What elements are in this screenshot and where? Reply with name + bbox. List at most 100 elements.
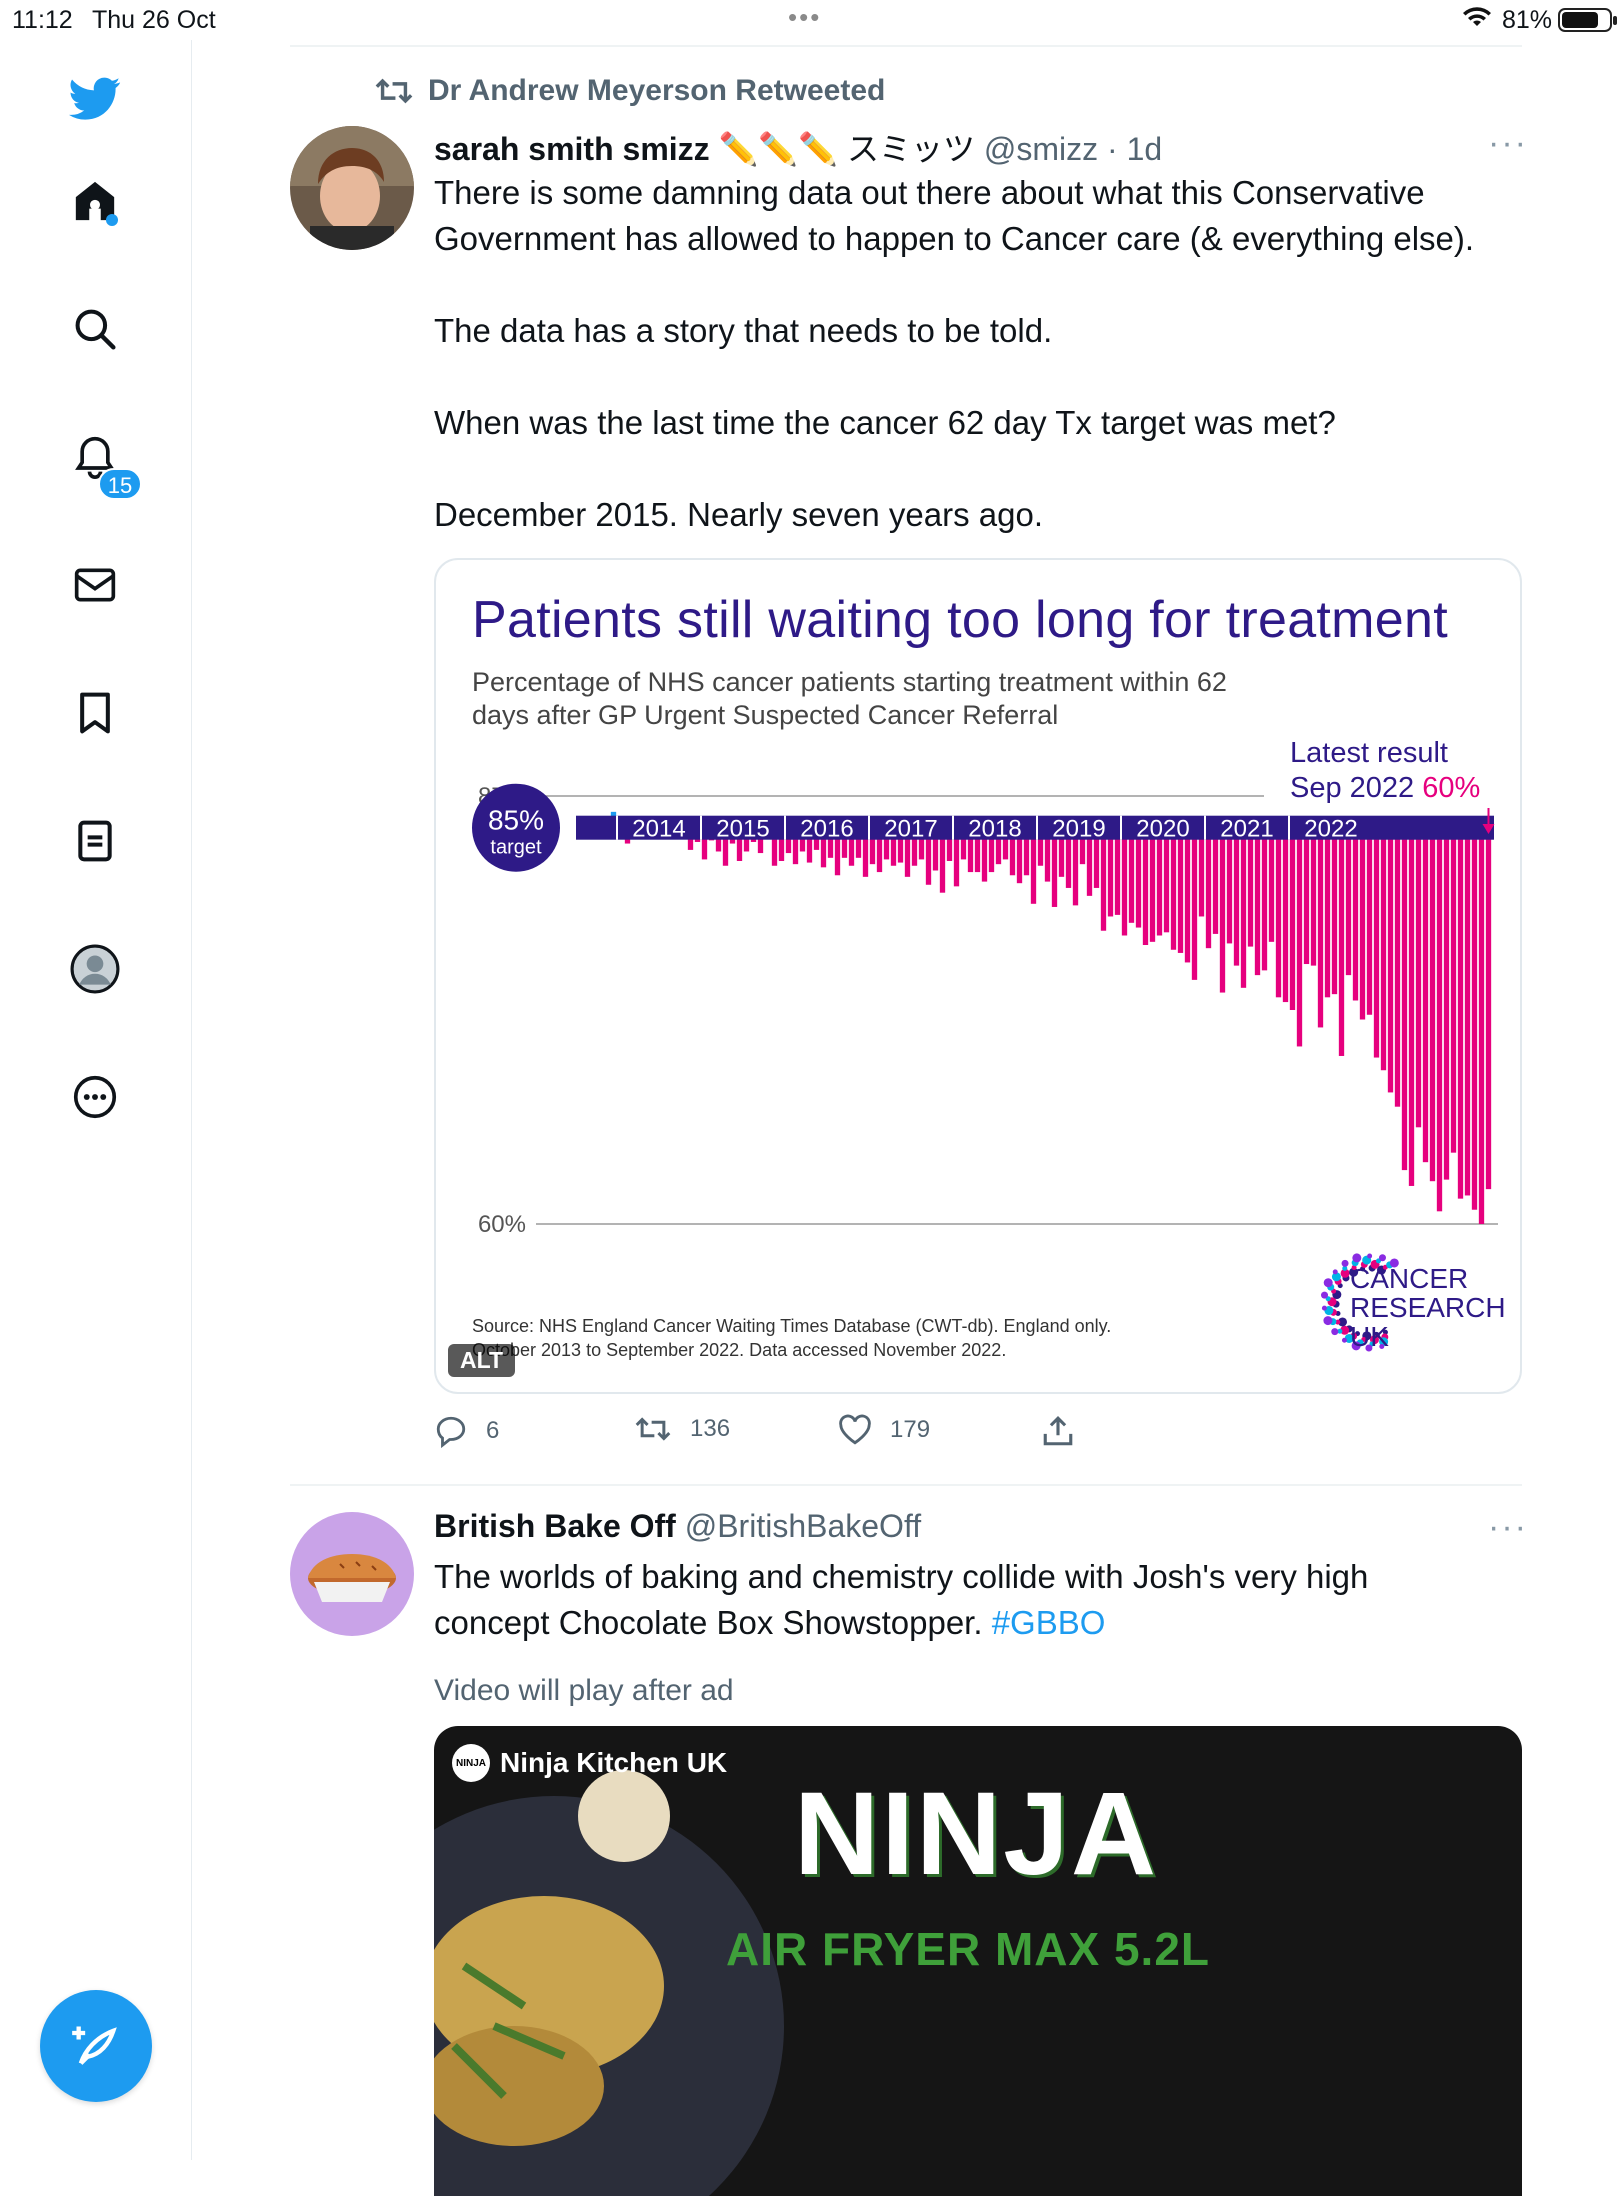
share-button[interactable]: [1042, 1414, 1074, 1448]
alt-text-badge[interactable]: ALT: [448, 1344, 516, 1377]
tweet-divider: [290, 1484, 1522, 1486]
logo-dot: [1341, 1259, 1349, 1267]
author-name[interactable]: British Bake Off: [434, 1508, 676, 1544]
bar: [1415, 827, 1422, 1128]
x-tick-label: 2020: [1136, 816, 1189, 843]
pie-avatar-icon: [308, 1554, 396, 1602]
bar: [1212, 827, 1219, 934]
y-tick-label: 60%: [478, 1211, 526, 1238]
bar: [1359, 827, 1366, 1020]
bar: [1142, 827, 1149, 946]
reply-count: 6: [486, 1417, 500, 1444]
chart-source: Source: NHS England Cancer Waiting Times…: [472, 1316, 1112, 1360]
bar: [1464, 827, 1471, 1196]
compose-feather-icon: [72, 2026, 117, 2065]
tweet-author-line[interactable]: British Bake Off @BritishBakeOff: [434, 1508, 921, 1545]
bar: [1184, 827, 1191, 963]
ad-product: AIR FRYER MAX 5.2L: [726, 1923, 1211, 1975]
retweet-icon: [375, 78, 413, 104]
target-label: target: [490, 837, 542, 859]
retweet-icon: [635, 1417, 671, 1441]
brand-line: RESEARCH: [1350, 1292, 1506, 1323]
bar: [1205, 827, 1212, 949]
status-date: Thu 26 Oct: [92, 6, 216, 34]
bar: [1485, 827, 1492, 1190]
brand-line: CANCER: [1350, 1263, 1469, 1294]
bar: [1408, 827, 1415, 1186]
bar: [1422, 827, 1429, 1163]
x-tick-label: 2022: [1304, 816, 1357, 843]
ad-source[interactable]: NINJA Ninja Kitchen UK: [452, 1744, 727, 1782]
tweet-more-icon[interactable]: ···: [1488, 1508, 1528, 1547]
compose-tweet-button[interactable]: [40, 1990, 152, 2102]
more-options-icon[interactable]: [62, 1064, 128, 1130]
twitter-logo-icon[interactable]: [62, 66, 128, 132]
logo-dot: [1378, 1254, 1386, 1262]
bar: [1436, 827, 1443, 1212]
author-handle[interactable]: @BritishBakeOff: [685, 1508, 921, 1544]
bar: [1114, 827, 1121, 915]
tweet-author-line[interactable]: sarah smith smizz ✏️✏️✏️ スミッツ @smizz · 1…: [434, 124, 1162, 170]
battery-percent: 81%: [1502, 6, 1553, 34]
battery-icon: [1558, 8, 1617, 32]
tweet-time[interactable]: · 1d: [1107, 131, 1162, 167]
tweet-paragraph: The data has a story that needs to be to…: [434, 312, 1053, 349]
hashtag-link[interactable]: #GBBO: [992, 1604, 1106, 1641]
logo-dot: [1321, 1305, 1327, 1311]
multitask-dots-icon[interactable]: •••: [788, 2, 821, 33]
cancer-research-wordmark: CANCER RESEARCH UK: [1350, 1264, 1506, 1351]
logo-dot: [1331, 1328, 1339, 1336]
author-name[interactable]: sarah smith smizz: [434, 131, 710, 167]
bar: [1261, 827, 1268, 971]
bar: [1163, 827, 1170, 933]
bar: [1128, 827, 1135, 923]
notifications-badge: 15: [98, 468, 142, 500]
bar: [1331, 827, 1338, 995]
messages-envelope-icon[interactable]: [62, 552, 128, 618]
like-button[interactable]: 179: [838, 1414, 930, 1446]
avatar[interactable]: [290, 126, 414, 250]
tweet-paragraph: There is some damning data out there abo…: [434, 174, 1475, 257]
bar: [1107, 827, 1114, 917]
tweet-body: The worlds of baking and chemistry colli…: [434, 1558, 1369, 1641]
x-tick-label: 2018: [968, 816, 1021, 843]
retweet-context[interactable]: Dr Andrew Meyerson Retweeted: [374, 74, 885, 108]
retweet-button[interactable]: 136: [634, 1414, 730, 1444]
home-icon[interactable]: [62, 168, 128, 234]
bar: [1366, 827, 1373, 1015]
bar: [1345, 827, 1352, 976]
retweet-label: Dr Andrew Meyerson Retweeted: [428, 74, 886, 107]
profile-avatar-icon[interactable]: [62, 936, 128, 1002]
logo-dot: [1341, 1337, 1347, 1343]
avatar[interactable]: [290, 1512, 414, 1636]
wifi-icon: [1462, 6, 1492, 37]
search-icon[interactable]: [62, 296, 128, 362]
tweet-text: There is some damning data out there abo…: [434, 170, 1534, 538]
tweet-more-icon[interactable]: ···: [1488, 124, 1528, 163]
sidebar-nav: 15: [0, 40, 192, 2160]
bar: [1387, 827, 1394, 1093]
bar: [1471, 827, 1478, 1210]
bar: [1443, 827, 1450, 1180]
tweet-image-card[interactable]: Patients still waiting too long for trea…: [434, 558, 1522, 1394]
heart-icon: [839, 1414, 871, 1445]
bar: [1282, 827, 1289, 1003]
bar: [1352, 827, 1359, 1001]
logo-dot: [1367, 1253, 1373, 1259]
logo-dot: [1321, 1291, 1329, 1299]
tweet-text: The worlds of baking and chemistry colli…: [434, 1554, 1434, 1646]
bar: [1373, 827, 1380, 1058]
bar: [1191, 827, 1198, 980]
bar: [1247, 827, 1254, 947]
bookmarks-icon[interactable]: [62, 680, 128, 746]
retweet-count: 136: [690, 1415, 731, 1442]
lists-icon[interactable]: [62, 808, 128, 874]
reply-button[interactable]: 6: [434, 1414, 499, 1448]
bar: [1401, 827, 1408, 1171]
bar: [1219, 827, 1226, 993]
bar: [1324, 827, 1331, 998]
video-player[interactable]: NINJA Ninja Kitchen UK NINJA AIR FRYER M…: [434, 1726, 1522, 2196]
x-tick-label: 2015: [716, 816, 769, 843]
tweet-paragraph: When was the last time the cancer 62 day…: [434, 404, 1336, 441]
author-handle[interactable]: @smizz: [984, 131, 1098, 167]
